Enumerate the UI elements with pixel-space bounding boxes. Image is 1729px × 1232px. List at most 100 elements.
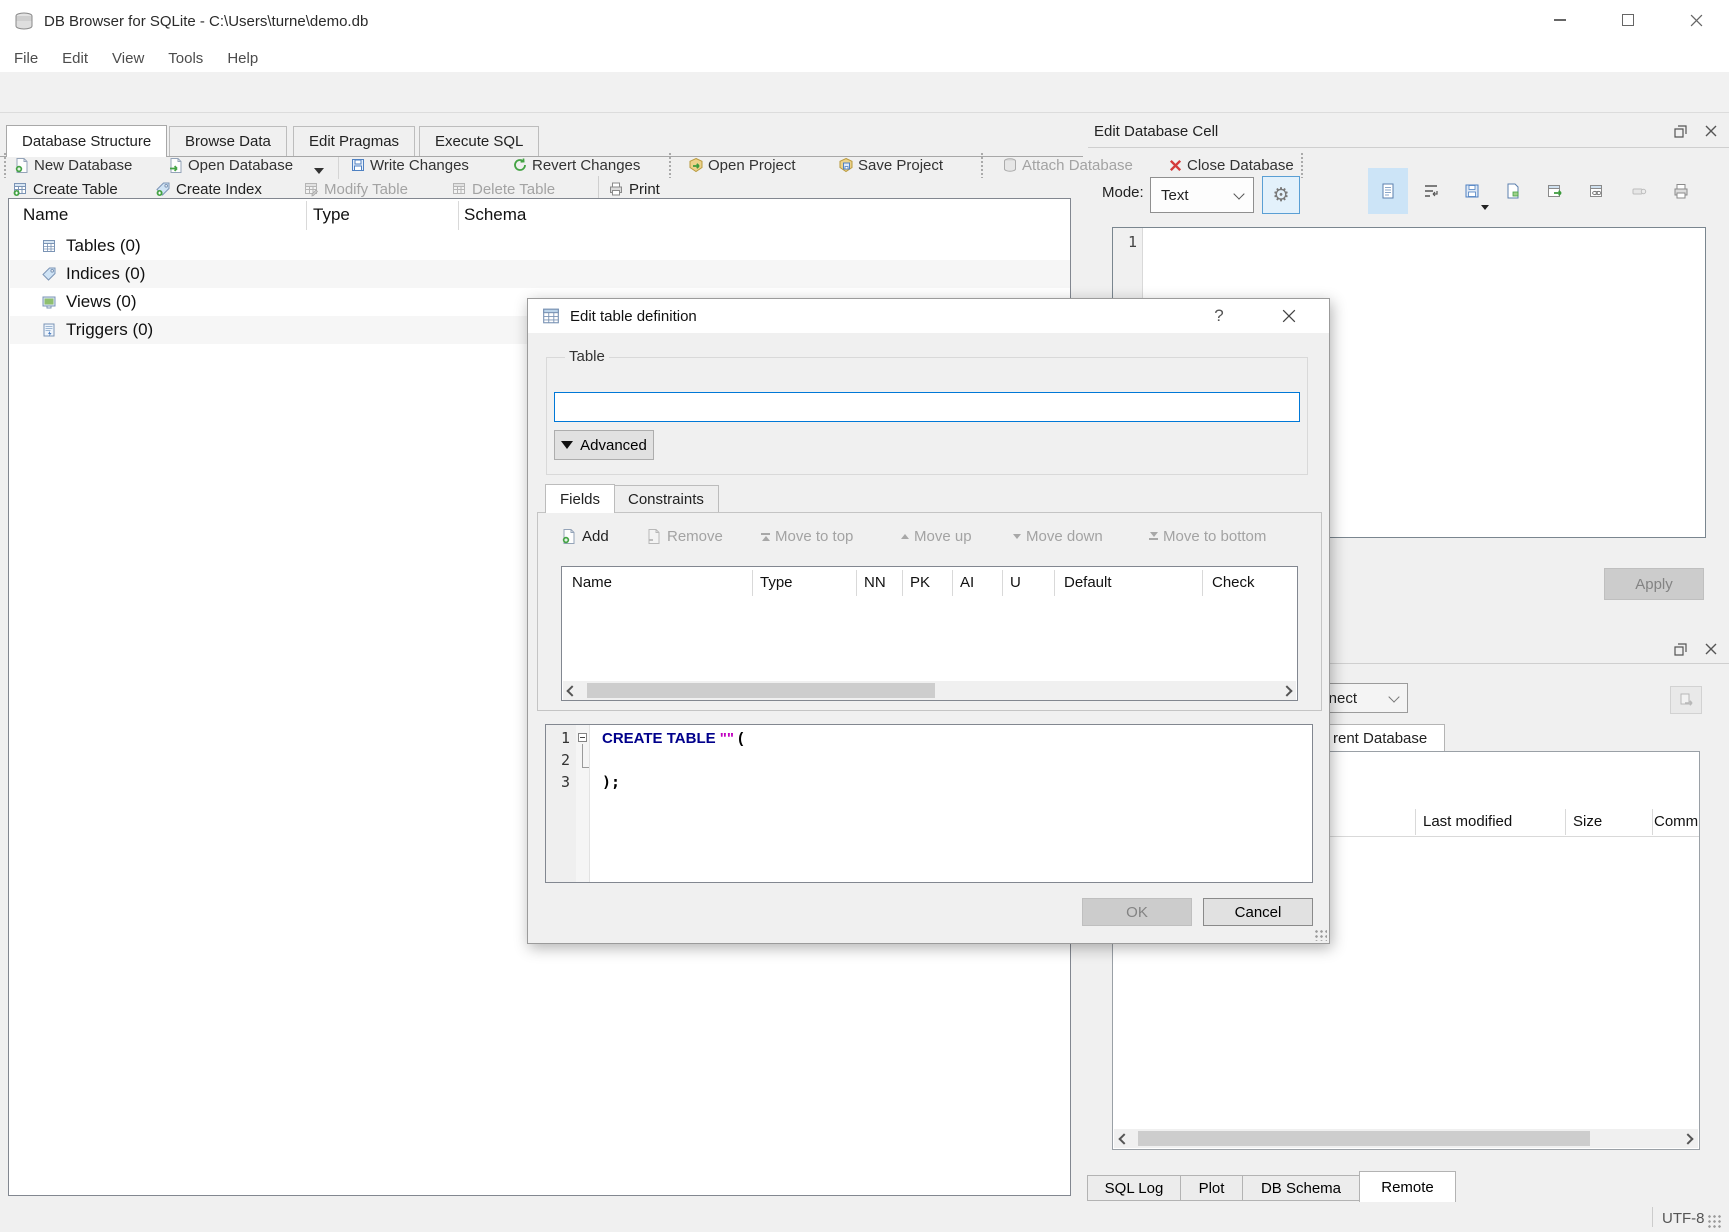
tree-item-indices[interactable]: Indices (0) [10,260,1070,288]
attach-database-button[interactable]: Attach Database [998,149,1137,181]
tab-db-schema[interactable]: DB Schema [1242,1175,1360,1201]
column-separator[interactable] [1565,809,1566,835]
column-separator[interactable] [1652,809,1653,835]
create-index-icon [155,181,171,197]
word-wrap-button[interactable] [1411,168,1451,214]
column-separator[interactable] [1002,570,1003,596]
column-separator[interactable] [752,570,753,596]
column-name[interactable]: Name [572,574,612,591]
menu-view[interactable]: View [100,44,156,72]
remove-field-button[interactable]: Remove [646,521,723,551]
column-separator[interactable] [1415,809,1416,835]
edit-cell-close-button[interactable] [1700,120,1722,142]
tab-execute-sql[interactable]: Execute SQL [419,126,539,156]
encoding-indicator[interactable]: UTF-8 [1662,1210,1705,1227]
tab-sql-log[interactable]: SQL Log [1087,1175,1181,1201]
apply-button[interactable]: Apply [1604,568,1704,600]
tab-plot[interactable]: Plot [1180,1175,1243,1201]
move-to-top-button[interactable]: Move to top [761,521,853,551]
column-nn[interactable]: NN [864,574,886,591]
print-cell-button[interactable] [1661,168,1701,214]
edit-cell-float-button[interactable] [1669,120,1691,142]
export-data-button[interactable] [1493,168,1533,214]
tab-fields[interactable]: Fields [545,484,615,513]
remote-close-button[interactable] [1700,638,1722,660]
column-type[interactable]: Type [760,574,793,591]
push-database-button[interactable] [1670,686,1702,714]
menu-help[interactable]: Help [215,44,270,72]
move-to-bottom-button[interactable]: Move to bottom [1149,521,1266,551]
column-last-modified[interactable]: Last modified [1423,813,1512,830]
tab-browse-data[interactable]: Browse Data [169,126,287,156]
tab-current-database[interactable]: rent Database [1325,724,1445,751]
import-data-button[interactable] [1452,168,1492,214]
image-view-button[interactable] [1577,168,1617,214]
auto-switch-mode-button[interactable]: ⚙ [1262,176,1300,214]
scrollbar-thumb[interactable] [587,683,935,698]
edit-cell-dock-title: Edit Database Cell [1094,123,1218,140]
table-name-input[interactable] [554,392,1300,422]
sql-table-name: "" [720,730,734,747]
dialog-resize-grip[interactable] [1314,929,1327,941]
tree-column-separator[interactable] [306,201,307,230]
open-project-button[interactable]: Open Project [684,149,800,181]
scroll-left-button[interactable] [564,683,580,698]
fold-marker[interactable] [578,733,587,742]
advanced-button[interactable]: Advanced [554,430,654,460]
tab-remote[interactable]: Remote [1359,1171,1456,1202]
resize-grip[interactable] [1707,1214,1723,1228]
scroll-right-button[interactable] [1279,683,1295,698]
column-size[interactable]: Size [1573,813,1602,830]
menu-edit[interactable]: Edit [50,44,100,72]
column-comment[interactable]: Comm [1654,813,1698,830]
menu-tools[interactable]: Tools [156,44,215,72]
tree-column-schema[interactable]: Schema [464,205,526,225]
tab-constraints[interactable]: Constraints [613,485,719,513]
dialog-close-button[interactable] [1274,303,1304,329]
minimize-button[interactable] [1537,0,1583,40]
dialog-help-button[interactable]: ? [1204,303,1234,329]
remote-float-button[interactable] [1669,638,1691,660]
column-default[interactable]: Default [1064,574,1112,591]
open-project-label: Open Project [708,157,796,174]
open-external-button[interactable] [1535,168,1575,214]
maximize-button[interactable] [1605,0,1651,40]
fields-grid-header: Name Type NN PK AI U Default Check [562,567,1297,598]
scroll-right-button[interactable] [1680,1131,1696,1146]
fields-grid-hscrollbar[interactable] [563,681,1296,700]
tree-column-separator[interactable] [458,201,459,230]
toolbar-handle[interactable] [1300,152,1304,178]
menu-file[interactable]: File [2,44,50,72]
scrollbar-thumb[interactable] [1138,1131,1590,1146]
tree-column-name[interactable]: Name [23,205,68,225]
add-icon [561,528,577,544]
text-mode-button[interactable] [1368,168,1408,214]
column-separator[interactable] [1054,570,1055,596]
tab-label: Database Structure [22,133,151,150]
column-separator[interactable] [952,570,953,596]
tab-edit-pragmas[interactable]: Edit Pragmas [293,126,415,156]
column-separator[interactable] [1202,570,1203,596]
move-down-button[interactable]: Move down [1013,521,1103,551]
tree-column-type[interactable]: Type [313,205,350,225]
column-u[interactable]: U [1010,574,1021,591]
remote-hscrollbar[interactable] [1114,1129,1698,1148]
column-pk[interactable]: PK [910,574,930,591]
move-up-button[interactable]: Move up [901,521,972,551]
mode-combobox[interactable]: Text [1150,177,1254,213]
column-check[interactable]: Check [1212,574,1255,591]
add-field-button[interactable]: Add [561,521,609,551]
close-button[interactable] [1673,0,1719,40]
ok-button[interactable]: OK [1082,898,1192,926]
column-ai[interactable]: AI [960,574,974,591]
tab-database-structure[interactable]: Database Structure [6,125,167,157]
column-separator[interactable] [856,570,857,596]
set-null-button[interactable] [1619,168,1659,214]
scroll-left-button[interactable] [1116,1131,1132,1146]
column-separator[interactable] [902,570,903,596]
tree-item-tables[interactable]: Tables (0) [10,232,1070,260]
cancel-button[interactable]: Cancel [1203,898,1313,926]
save-project-button[interactable]: Save Project [834,149,947,181]
sql-gutter: 1 2 3 [546,725,576,882]
revert-changes-icon [512,157,528,173]
